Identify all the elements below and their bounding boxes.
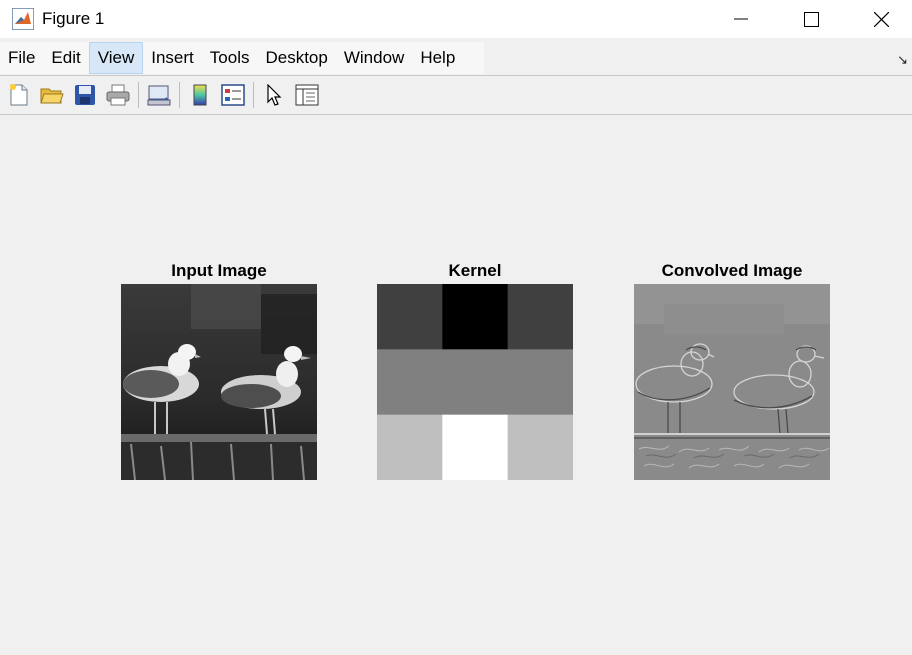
menu-window[interactable]: Window xyxy=(336,42,412,74)
new-figure-button[interactable] xyxy=(5,81,33,109)
toolbar-divider xyxy=(0,114,912,115)
dock-arrow-icon[interactable]: ↘ xyxy=(897,52,908,68)
kernel-cell-1-0 xyxy=(377,349,443,416)
property-inspector-icon xyxy=(295,84,319,106)
menu-divider xyxy=(0,75,912,76)
toolbar-separator xyxy=(138,82,139,108)
input-image-title: Input Image xyxy=(171,261,267,280)
new-figure-icon xyxy=(10,84,28,106)
minimize-button[interactable] xyxy=(706,0,776,38)
kernel-image xyxy=(377,284,573,480)
minimize-icon xyxy=(734,18,748,20)
convolved-image-axes[interactable] xyxy=(634,284,830,480)
menu-help[interactable]: Help xyxy=(412,42,463,74)
toolbar-separator xyxy=(253,82,254,108)
input-image-axes[interactable] xyxy=(121,284,317,480)
kernel-cell-1-1 xyxy=(442,349,509,416)
title-bar: Figure 1 xyxy=(0,0,912,38)
figure-toolbar xyxy=(0,78,912,112)
print-button[interactable] xyxy=(104,81,132,109)
print-icon xyxy=(106,84,130,106)
kernel-cell-0-0 xyxy=(377,284,443,350)
kernel-cell-2-2 xyxy=(507,414,573,480)
edit-plot-pointer-icon xyxy=(267,84,282,106)
convolved-image xyxy=(634,284,830,480)
menu-view[interactable]: View xyxy=(88,42,144,74)
insert-legend-button[interactable] xyxy=(219,81,247,109)
link-plot-icon xyxy=(147,85,171,106)
toolbar-separator xyxy=(179,82,180,108)
kernel-cell-2-0 xyxy=(377,414,443,480)
open-file-icon xyxy=(40,88,64,104)
property-inspector-button[interactable] xyxy=(293,81,321,109)
window-title: Figure 1 xyxy=(42,9,105,28)
close-icon xyxy=(873,11,889,27)
input-image xyxy=(121,284,317,480)
menu-tools[interactable]: Tools xyxy=(202,42,258,74)
kernel-cell-1-2 xyxy=(507,349,573,416)
save-icon xyxy=(75,85,95,105)
menu-edit[interactable]: Edit xyxy=(43,42,88,74)
menu-bar: File Edit View Insert Tools Desktop Wind… xyxy=(0,42,484,74)
insert-colorbar-button[interactable] xyxy=(186,81,214,109)
open-file-button[interactable] xyxy=(38,81,66,109)
maximize-icon xyxy=(803,11,819,27)
insert-legend-icon xyxy=(221,84,245,106)
edit-plot-button[interactable] xyxy=(260,81,288,109)
kernel-cell-0-1 xyxy=(442,284,509,350)
kernel-cell-2-1 xyxy=(442,414,509,480)
kernel-cell-0-2 xyxy=(507,284,573,350)
link-plot-button[interactable] xyxy=(145,81,173,109)
menu-desktop[interactable]: Desktop xyxy=(257,42,335,74)
save-button[interactable] xyxy=(71,81,99,109)
kernel-axes[interactable] xyxy=(377,284,573,480)
menu-file[interactable]: File xyxy=(0,42,43,74)
maximize-button[interactable] xyxy=(776,0,846,38)
convolved-image-title: Convolved Image xyxy=(661,261,803,280)
insert-colorbar-icon xyxy=(193,84,207,106)
kernel-title: Kernel xyxy=(448,261,502,280)
matlab-logo-icon xyxy=(12,8,34,30)
close-button[interactable] xyxy=(846,0,912,38)
menu-insert[interactable]: Insert xyxy=(143,42,202,74)
